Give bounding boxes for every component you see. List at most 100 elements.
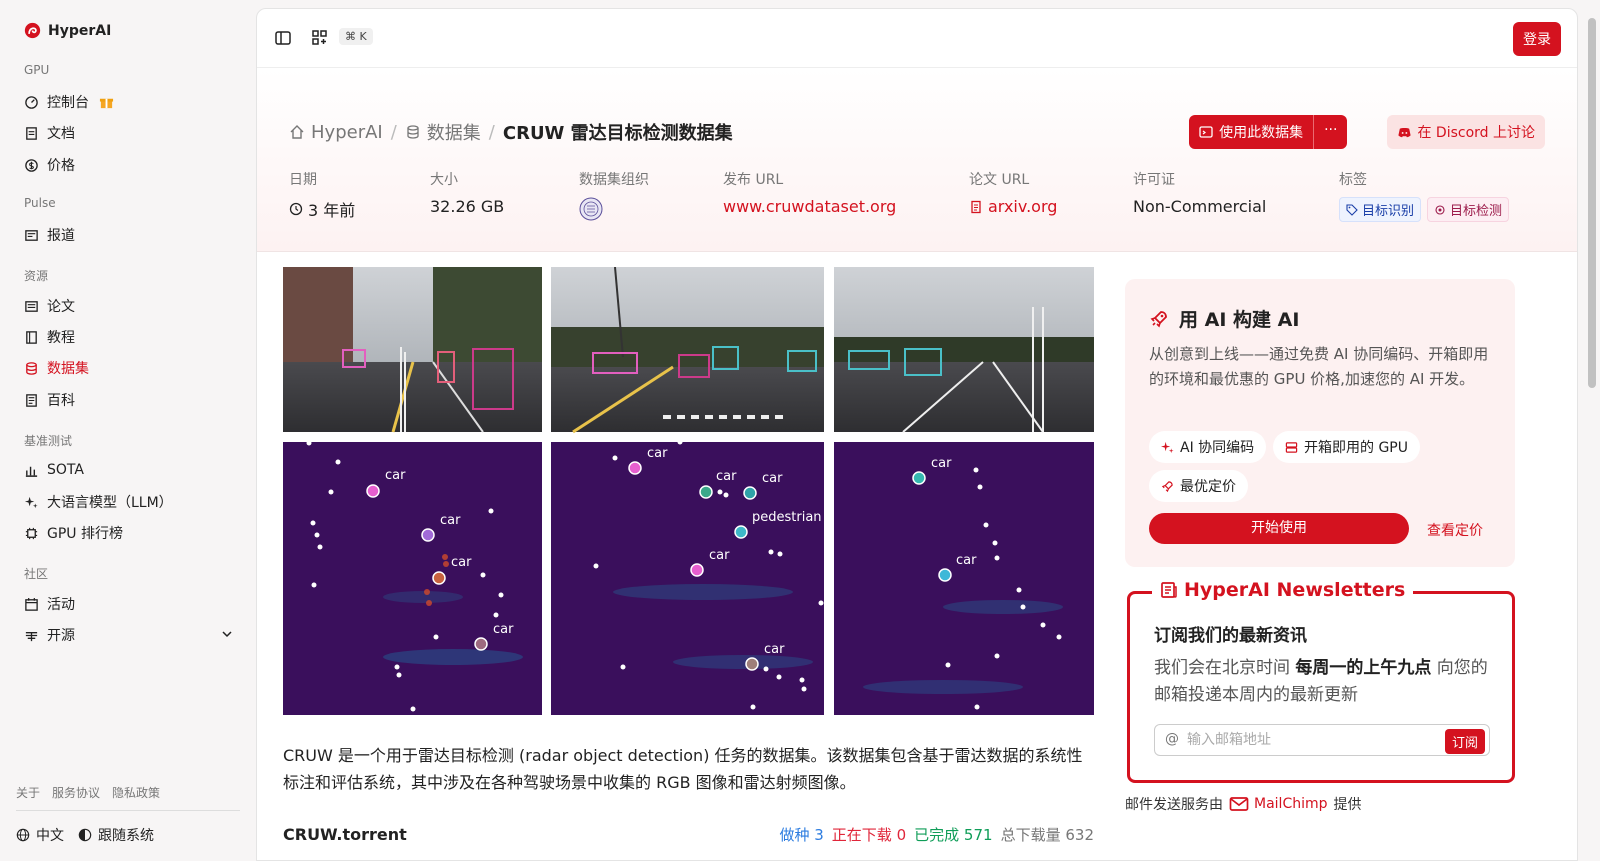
camera-view-3 [834,267,1094,433]
radar-label: car [931,456,952,471]
section-label-community: 社区 [24,567,49,581]
sidebar-item-events[interactable]: 活动 [24,593,234,615]
sidebar-item-pricing[interactable]: 价格 [24,154,234,176]
globe-icon [16,828,30,842]
footer-link-terms[interactable]: 服务协议 [52,784,100,801]
radar-view-1: car car car car [283,440,542,715]
server-icon [1285,441,1298,453]
radar-label: car [709,548,730,563]
camera-view-1 [283,267,542,433]
start-button[interactable]: 开始使用 [1149,513,1409,544]
chip-ready-gpu[interactable]: 开箱即用的 GPU [1273,431,1420,463]
rocket-icon [1161,480,1173,492]
use-dataset-group: 使用此数据集 ··· [1189,115,1348,149]
chip-icon [24,526,39,541]
stat-seeding: 做种 3 [779,825,824,844]
newspaper-icon [1161,582,1177,598]
view-pricing-link[interactable]: 查看定价 [1427,520,1483,540]
use-dataset-button[interactable]: 使用此数据集 [1189,115,1314,149]
newsletter-text: 我们会在北京时间 每周一的上午九点 向您的邮箱投递本周内的最新更新 [1154,658,1488,705]
meta-organization: 数据集组织 [579,169,649,225]
sidebar-item-gpu-leaderboard[interactable]: GPU 排行榜 [24,522,234,544]
newsletter-card: HyperAI Newsletters 订阅我们的最新资讯 我们会在北京时间 每… [1127,579,1515,783]
at-icon: @ [1165,731,1179,747]
sidebar-item-tutorials[interactable]: 教程 [24,326,234,348]
publish-url-link[interactable]: www.cruwdataset.org [723,197,896,216]
login-button[interactable]: 登录 [1513,22,1561,56]
mail-credit: 邮件发送服务由 MailChimp 提供 [1125,796,1362,813]
paper-url-link[interactable]: arxiv.org [969,197,1057,216]
breadcrumb-home[interactable]: HyperAI [289,122,383,143]
radar-label: pedestrian [752,510,822,525]
breadcrumb-datasets[interactable]: 数据集 [405,119,481,145]
document-icon [971,200,981,213]
footer-link-privacy[interactable]: 隐私政策 [112,784,160,801]
main-panel: ⌘ K 登录 HyperAI / 数据集 / CRUW 雷达目标检测数据集 使用… [256,8,1578,861]
meta-license: 许可证 Non-Commercial [1133,172,1267,216]
meta-size: 大小 32.26 GB [430,172,505,216]
footer-link-about[interactable]: 关于 [16,784,40,801]
mail-icon [1229,797,1249,811]
torrent-file-name[interactable]: CRUW.torrent [283,825,407,844]
rocket-icon [1150,310,1167,327]
chip-ai-coding[interactable]: AI 协同编码 [1149,431,1267,463]
meta-paper-url: 论文 URL arxiv.org [969,172,1058,216]
footer-links: 关于 服务协议 隐私政策 [16,784,160,801]
breadcrumb-separator: / [390,121,397,143]
email-input[interactable] [1187,729,1427,751]
section-label-pulse: Pulse [24,196,56,210]
sidebar-item-wiki[interactable]: 百科 [24,389,234,411]
ai-card-title: 用 AI 构建 AI [1149,305,1299,332]
breadcrumb: HyperAI / 数据集 / CRUW 雷达目标检测数据集 [289,119,733,145]
theme-icon [78,828,92,842]
sidebar-item-docs[interactable]: 文档 [24,122,234,144]
section-label-gpu: GPU [24,63,50,77]
camera-view-2 [551,267,824,434]
sidebar-toggle-icon[interactable] [274,29,292,47]
radar-label: car [956,553,977,568]
more-options-button[interactable]: ··· [1313,115,1348,149]
stat-total-downloads: 总下载量 632 [1000,825,1094,844]
ai-promo-card: 用 AI 构建 AI 从创意到上线——通过免费 AI 协同编码、开箱即用的环境和… [1125,279,1515,567]
radar-label: car [451,555,472,570]
mailchimp-link[interactable]: MailChimp [1229,796,1328,812]
theme-switcher[interactable]: 跟随系统 [78,825,154,845]
university-seal-icon[interactable] [579,197,603,221]
breadcrumb-separator: / [488,121,495,143]
sidebar-item-console[interactable]: 控制台 [24,91,234,113]
tag-object-detection[interactable]: 目标检测 [1427,197,1510,222]
sidebar-item-news[interactable]: 报道 [24,224,234,246]
paper-icon [24,299,39,314]
sidebar-item-open-source[interactable]: 开源 [24,624,234,646]
scan-icon [1435,204,1445,215]
sidebar-item-sota[interactable]: SOTA [24,459,234,481]
discord-button[interactable]: 在 Discord 上讨论 [1387,115,1545,149]
sidebar-item-llm[interactable]: 大语言模型（LLM） [24,491,234,513]
ai-card-text: 从创意到上线——通过免费 AI 协同编码、开箱即用的环境和最优惠的 GPU 价格… [1149,345,1489,388]
meta-tags: 标签 目标识别 目标检测 [1339,169,1515,222]
radar-label: car [716,469,737,484]
database-icon [24,361,39,376]
shortcut-hint[interactable]: ⌘ K [339,28,373,45]
apps-grid-icon[interactable] [311,29,329,47]
section-label-benchmarks: 基准测试 [24,434,73,448]
page-scrollbar[interactable] [1588,18,1596,388]
tag-object-recognition[interactable]: 目标识别 [1339,197,1422,222]
subscribe-button[interactable]: 订阅 [1444,729,1485,754]
sidebar-item-datasets[interactable]: 数据集 [24,357,234,379]
radar-label: car [385,468,406,483]
brand[interactable]: HyperAI [24,22,111,39]
brand-name: HyperAI [48,22,112,39]
page-title: CRUW 雷达目标检测数据集 [502,123,733,144]
language-switcher[interactable]: 中文 [16,825,64,845]
doc-icon [24,126,39,141]
gift-icon [99,98,114,108]
chip-best-price[interactable]: 最优定价 [1149,470,1248,502]
sidebar: HyperAI GPU 控制台 文档 价格 Pulse 报道 资源 论文 教程 … [0,0,252,861]
sparkles-icon [1161,441,1174,453]
sidebar-item-papers[interactable]: 论文 [24,295,234,317]
radar-label: car [647,446,668,461]
chevron-down-icon[interactable] [220,627,234,641]
dataset-header: HyperAI / 数据集 / CRUW 雷达目标检测数据集 使用此数据集 ··… [257,69,1577,252]
discord-icon [1398,127,1412,137]
